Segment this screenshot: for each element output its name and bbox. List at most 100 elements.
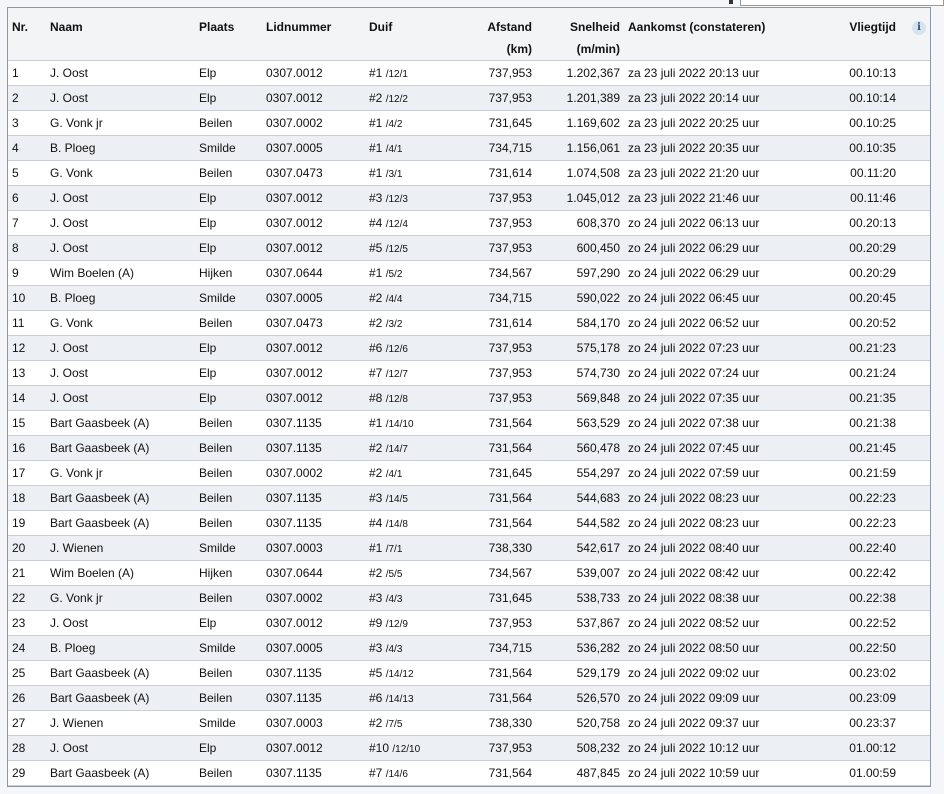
cell-afstand: 731,564 <box>450 760 536 786</box>
cell-duif: #7 /14/6 <box>365 760 450 786</box>
table-row[interactable]: 5 G. Vonk Beilen 0307.0473 #1 /3/1 731,614 1.0… <box>8 160 930 186</box>
cell-spacer <box>900 535 930 561</box>
column-header-snelheid[interactable]: Snelheid (m/min) <box>536 8 624 61</box>
snelheid-unit: (m/min) <box>576 42 620 56</box>
table-row[interactable]: 23 J. Oost Elp 0307.0012 #9 /12/9 737,953 537,… <box>8 610 930 636</box>
cell-vliegtijd: 01.00:59 <box>794 760 900 786</box>
duif-sub: /4/3 <box>385 644 403 655</box>
cell-plaats: Elp <box>195 360 262 386</box>
cell-spacer <box>900 235 930 261</box>
table-row[interactable]: 17 G. Vonk jr Beilen 0307.0002 #2 /4/1 731,64… <box>8 460 930 486</box>
table-row[interactable]: 10 B. Ploeg Smilde 0307.0005 #2 /4/4 734,715 5… <box>8 285 930 311</box>
cell-naam: J. Wienen <box>46 710 195 736</box>
cell-snelheid: 597,290 <box>536 260 624 286</box>
cell-snelheid: 1.045,012 <box>536 185 624 211</box>
cell-afstand: 734,567 <box>450 560 536 586</box>
cell-spacer <box>900 85 930 111</box>
cell-naam: Wim Boelen (A) <box>46 260 195 286</box>
cell-afstand: 734,567 <box>450 260 536 286</box>
cell-duif: #1 /7/1 <box>365 535 450 561</box>
duif-sub: /12/3 <box>385 194 408 205</box>
column-header-duif[interactable]: Duif <box>365 8 450 61</box>
cell-snelheid: 508,232 <box>536 735 624 761</box>
cell-lidnummer: 0307.0473 <box>262 310 365 336</box>
table-row[interactable]: 18 Bart Gaasbeek (A) Beilen 0307.1135 #3 /14… <box>8 485 930 511</box>
cell-afstand: 734,715 <box>450 635 536 661</box>
cell-nr: 27 <box>8 710 46 736</box>
cell-snelheid: 608,370 <box>536 210 624 236</box>
duif-sub: /12/4 <box>385 219 408 230</box>
table-row[interactable]: 1 J. Oost Elp 0307.0012 #1 /12/1 737,953 1.202… <box>8 60 930 86</box>
cell-spacer <box>900 285 930 311</box>
table-row[interactable]: 7 J. Oost Elp 0307.0012 #4 /12/4 737,953 608,3… <box>8 210 930 236</box>
cell-lidnummer: 0307.0002 <box>262 585 365 611</box>
duif-sub: /12/1 <box>385 69 408 80</box>
cell-vliegtijd: 00.10:13 <box>794 60 900 86</box>
duif-sub: /12/5 <box>385 244 408 255</box>
cell-naam: Bart Gaasbeek (A) <box>46 485 195 511</box>
column-header-naam[interactable]: Naam <box>46 8 195 61</box>
cell-spacer <box>900 260 930 286</box>
cell-lidnummer: 0307.0005 <box>262 635 365 661</box>
column-header-vliegtijd[interactable]: Vliegtijd <box>794 8 900 61</box>
table-row[interactable]: 16 Bart Gaasbeek (A) Beilen 0307.1135 #2 /14… <box>8 435 930 461</box>
cell-vliegtijd: 00.21:24 <box>794 360 900 386</box>
cell-vliegtijd: 00.22:40 <box>794 535 900 561</box>
table-row[interactable]: 4 B. Ploeg Smilde 0307.0005 #1 /4/1 734,715 1.… <box>8 135 930 161</box>
cell-vliegtijd: 00.22:23 <box>794 485 900 511</box>
table-row[interactable]: 6 J. Oost Elp 0307.0012 #3 /12/3 737,953 1.045… <box>8 185 930 211</box>
cell-lidnummer: 0307.1135 <box>262 685 365 711</box>
duif-sub: /4/2 <box>385 119 403 130</box>
cell-vliegtijd: 00.11:46 <box>794 185 900 211</box>
table-row[interactable]: 19 Bart Gaasbeek (A) Beilen 0307.1135 #4 /14… <box>8 510 930 536</box>
cell-plaats: Elp <box>195 85 262 111</box>
cell-vliegtijd: 01.00:12 <box>794 735 900 761</box>
table-row[interactable]: 26 Bart Gaasbeek (A) Beilen 0307.1135 #6 /14… <box>8 685 930 711</box>
column-header-plaats[interactable]: Plaats <box>195 8 262 61</box>
cell-afstand: 731,564 <box>450 435 536 461</box>
duif-number: #10 <box>369 741 390 755</box>
cell-afstand: 737,953 <box>450 735 536 761</box>
cell-snelheid: 1.202,367 <box>536 60 624 86</box>
cell-snelheid: 1.074,508 <box>536 160 624 186</box>
cell-naam: G. Vonk <box>46 310 195 336</box>
table-row[interactable]: 27 J. Wienen Smilde 0307.0003 #2 /7/5 738,330… <box>8 710 930 736</box>
table-row[interactable]: 29 Bart Gaasbeek (A) Beilen 0307.1135 #7 /14… <box>8 760 930 786</box>
table-row[interactable]: 8 J. Oost Elp 0307.0012 #5 /12/5 737,953 600,4… <box>8 235 930 261</box>
table-row[interactable]: 24 B. Ploeg Smilde 0307.0005 #3 /4/3 734,715 5… <box>8 635 930 661</box>
filter-select[interactable] <box>740 0 944 6</box>
table-row[interactable]: 9 Wim Boelen (A) Hijken 0307.0644 #1 /5/2 734… <box>8 260 930 286</box>
table-row[interactable]: 25 Bart Gaasbeek (A) Beilen 0307.1135 #5 /14… <box>8 660 930 686</box>
column-header-nr[interactable]: Nr. <box>8 8 46 61</box>
cell-lidnummer: 0307.0002 <box>262 110 365 136</box>
cell-spacer <box>900 510 930 536</box>
duif-number: #4 <box>369 216 383 230</box>
cell-snelheid: 544,582 <box>536 510 624 536</box>
cell-plaats: Beilen <box>195 485 262 511</box>
table-row[interactable]: 14 J. Oost Elp 0307.0012 #8 /12/8 737,953 569,… <box>8 385 930 411</box>
table-row[interactable]: 2 J. Oost Elp 0307.0012 #2 /12/2 737,953 1.201… <box>8 85 930 111</box>
table-row[interactable]: 3 G. Vonk jr Beilen 0307.0002 #1 /4/2 731,645… <box>8 110 930 136</box>
table-row[interactable]: 22 G. Vonk jr Beilen 0307.0002 #3 /4/3 731,64… <box>8 585 930 611</box>
duif-number: #1 <box>369 66 383 80</box>
table-row[interactable]: 12 J. Oost Elp 0307.0012 #6 /12/6 737,953 575,… <box>8 335 930 361</box>
cell-spacer <box>900 135 930 161</box>
cell-snelheid: 569,848 <box>536 385 624 411</box>
table-row[interactable]: 13 J. Oost Elp 0307.0012 #7 /12/7 737,953 574,… <box>8 360 930 386</box>
cell-duif: #4 /14/8 <box>365 510 450 536</box>
cell-duif: #9 /12/9 <box>365 610 450 636</box>
info-icon[interactable]: i <box>912 20 926 35</box>
cell-naam: B. Ploeg <box>46 285 195 311</box>
duif-number: #1 <box>369 416 383 430</box>
column-header-afstand[interactable]: Afstand (km) <box>450 8 536 61</box>
cell-nr: 21 <box>8 560 46 586</box>
cell-afstand: 737,953 <box>450 360 536 386</box>
table-row[interactable]: 28 J. Oost Elp 0307.0012 #10 /12/10 737,953 50… <box>8 735 930 761</box>
table-row[interactable]: 15 Bart Gaasbeek (A) Beilen 0307.1135 #1 /14… <box>8 410 930 436</box>
table-row[interactable]: 11 G. Vonk Beilen 0307.0473 #2 /3/2 731,614 58… <box>8 310 930 336</box>
column-header-aankomst[interactable]: Aankomst (constateren) <box>624 8 794 61</box>
column-header-lidnummer[interactable]: Lidnummer <box>262 8 365 61</box>
table-row[interactable]: 20 J. Wienen Smilde 0307.0003 #1 /7/1 738,330… <box>8 535 930 561</box>
table-row[interactable]: 21 Wim Boelen (A) Hijken 0307.0644 #2 /5/5 73… <box>8 560 930 586</box>
duif-sub: /12/7 <box>385 369 408 380</box>
